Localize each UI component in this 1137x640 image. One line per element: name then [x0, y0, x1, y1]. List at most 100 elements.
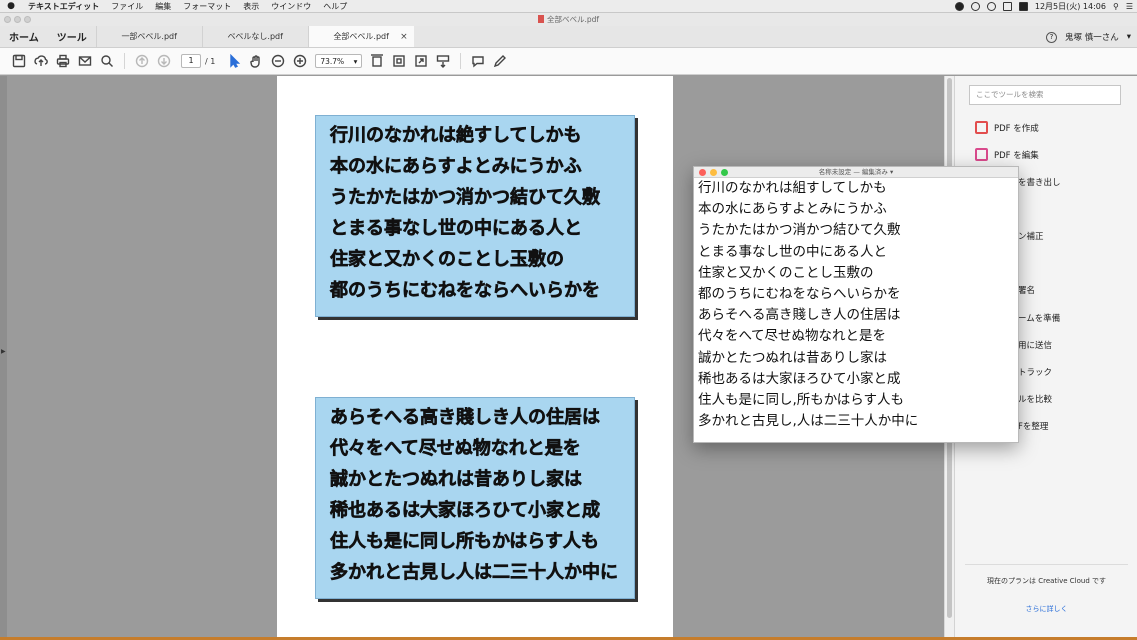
zoom-level-select[interactable]: 73.7% ▾	[315, 54, 363, 68]
close-window-button[interactable]	[4, 16, 11, 23]
text-line: 誠かとたつぬれは昔ありし家は	[330, 469, 583, 491]
rotate-button[interactable]	[388, 50, 410, 72]
main-toolbar: 1 / 1 73.7% ▾	[0, 48, 1137, 75]
user-name[interactable]: 鬼塚 慎一さん	[1065, 31, 1119, 43]
speech-bubble-icon	[472, 56, 485, 68]
left-panel-toggle[interactable]: ▶	[0, 76, 7, 640]
zoom-out-button[interactable]	[267, 50, 289, 72]
menu-format[interactable]: フォーマット	[177, 1, 237, 12]
tool-send-for-signature[interactable]: 用に送信	[1018, 339, 1052, 351]
text-line: 住家と又かくのことし玉敷の	[698, 264, 874, 281]
display-icon[interactable]	[1002, 2, 1012, 11]
wifi-icon[interactable]	[986, 2, 996, 11]
chevron-down-icon: ▾	[353, 56, 358, 66]
tool-scan-ocr[interactable]: ン補正	[1018, 230, 1044, 242]
tool-fill-sign[interactable]: 署名	[1018, 284, 1035, 296]
chevron-right-icon: ▶	[1, 348, 6, 355]
full-screen-button[interactable]	[410, 50, 432, 72]
user-menu-caret-icon[interactable]: ▾	[1127, 32, 1131, 42]
scroll-mode-button[interactable]	[432, 50, 454, 72]
menu-clock[interactable]: 12月5日(火) 14:06	[1035, 1, 1106, 12]
fit-page-icon	[371, 54, 384, 67]
print-button[interactable]	[52, 50, 74, 72]
learn-more-link[interactable]: さらに詳しく	[955, 604, 1137, 614]
select-tool-button[interactable]	[223, 50, 245, 72]
close-window-button[interactable]	[699, 169, 706, 176]
doc-tab-no-bevel[interactable]: ベベルなし.pdf	[201, 26, 308, 47]
menu-file[interactable]: ファイル	[105, 1, 149, 12]
find-button[interactable]	[96, 50, 118, 72]
user-area: ? 鬼塚 慎一さん ▾	[1046, 26, 1131, 48]
window-title-bar: 全部ベベル.pdf	[0, 13, 1137, 26]
text-line: うたかたはかつ消かつ結ひて久敷	[330, 187, 601, 209]
tool-compare-files[interactable]: ルを比較	[1018, 393, 1052, 405]
doc-tab-partial-bevel[interactable]: 一部ベベル.pdf	[95, 26, 202, 47]
textedit-title: 名称未設定 — 編集済み ▾	[818, 168, 894, 176]
window-title: 全部ベベル.pdf	[546, 15, 600, 24]
spotlight-icon[interactable]: ⚲	[1113, 2, 1119, 11]
input-method-icon[interactable]	[1018, 2, 1028, 11]
zoom-window-button[interactable]	[24, 16, 31, 23]
text-line: 本の水にあらすよとみにうかふ	[330, 156, 582, 178]
zoom-window-button[interactable]	[721, 169, 728, 176]
close-tab-icon[interactable]: ×	[400, 32, 408, 42]
tool-label: PDF を作成	[994, 123, 1039, 134]
minimize-window-button[interactable]	[14, 16, 21, 23]
textedit-window[interactable]: 名称未設定 — 編集済み ▾ 行川のなかれは組すしてしかも 本の水にあらすよとみ…	[693, 166, 1019, 443]
save-button[interactable]	[8, 50, 30, 72]
text-line: あらそへる高き賤しき人の住居は	[698, 307, 901, 324]
menu-window[interactable]: ウインドウ	[265, 1, 317, 12]
tool-export-pdf[interactable]: を書き出し	[1018, 176, 1061, 188]
text-line: 住家と又かくのことし玉敷の	[330, 249, 565, 271]
bevel-text-box-2: あらそへる高き賤しき人の住居は 代々をへて尽せぬ物なれと是を 誠かとたつぬれは昔…	[315, 397, 635, 599]
tool-organize-pages[interactable]: Fを整理	[1018, 420, 1048, 432]
creative-cloud-icon[interactable]	[954, 2, 964, 11]
edit-pdf-icon	[975, 148, 988, 161]
create-pdf-icon	[975, 121, 988, 134]
menu-app-name[interactable]: テキストエディット	[22, 1, 105, 12]
help-icon[interactable]: ?	[1046, 31, 1058, 43]
menu-extras: 12月5日(火) 14:06 ⚲ ☰	[954, 0, 1133, 13]
minimize-window-button[interactable]	[710, 169, 717, 176]
tool-send-and-track[interactable]: トラック	[1018, 366, 1052, 378]
bevel-text-box-1: 行川のなかれは絶すしてしかも 本の水にあらすよとみにうかふ うたかたはかつ消かつ…	[315, 115, 635, 317]
menu-help[interactable]: ヘルプ	[317, 1, 353, 12]
fit-width-button[interactable]	[366, 50, 388, 72]
comment-button[interactable]	[467, 50, 489, 72]
tool-prepare-form[interactable]: ームを準備	[1018, 312, 1060, 324]
upload-button[interactable]	[30, 50, 52, 72]
menu-edit[interactable]: 編集	[149, 1, 177, 12]
page-number-input[interactable]: 1	[181, 54, 201, 68]
arrow-down-circle-icon	[157, 54, 171, 68]
tab-home[interactable]: ホーム	[0, 26, 48, 47]
hand-tool-button[interactable]	[245, 50, 267, 72]
time-machine-icon[interactable]	[970, 2, 980, 11]
mail-icon	[78, 56, 92, 66]
prev-page-button[interactable]	[131, 50, 153, 72]
apple-menu-icon[interactable]: ●	[0, 1, 22, 11]
tab-tools[interactable]: ツール	[48, 26, 96, 47]
menu-bar: ● テキストエディット ファイル 編集 フォーマット 表示 ウインドウ ヘルプ …	[0, 0, 1137, 13]
tool-edit-pdf[interactable]: PDF を編集	[975, 148, 1039, 161]
tool-create-pdf[interactable]: PDF を作成	[975, 121, 1039, 134]
draw-button[interactable]	[489, 50, 511, 72]
doc-tab-all-bevel[interactable]: 全部ベベル.pdf ×	[307, 26, 414, 47]
plan-info: 現在のプランは Creative Cloud です	[986, 577, 1107, 585]
plus-circle-icon	[294, 54, 307, 68]
notification-center-icon[interactable]: ☰	[1126, 2, 1133, 11]
textedit-title-bar[interactable]: 名称未設定 — 編集済み ▾	[694, 167, 1018, 178]
pdf-page: 行川のなかれは絶すしてしかも 本の水にあらすよとみにうかふ うたかたはかつ消かつ…	[277, 76, 673, 640]
pdf-file-icon	[537, 15, 544, 23]
text-line: 行川のなかれは絶すしてしかも	[330, 125, 582, 147]
tool-search-input[interactable]: ここでツールを検索	[969, 85, 1121, 105]
email-button[interactable]	[74, 50, 96, 72]
text-line: 代々をへて尽せぬ物なれと是を	[698, 328, 887, 345]
printer-icon	[56, 54, 70, 68]
textedit-text-area[interactable]: 行川のなかれは組すしてしかも 本の水にあらすよとみにうかふ うたかたはかつ消かつ…	[694, 178, 1018, 432]
text-line: とまる事なし世の中にある人と	[698, 243, 887, 260]
arrow-up-circle-icon	[135, 54, 149, 68]
next-page-button[interactable]	[153, 50, 175, 72]
menu-view[interactable]: 表示	[237, 1, 265, 12]
tab-bar: ホーム ツール 一部ベベル.pdf ベベルなし.pdf 全部ベベル.pdf × …	[0, 26, 1137, 48]
zoom-in-button[interactable]	[289, 50, 311, 72]
